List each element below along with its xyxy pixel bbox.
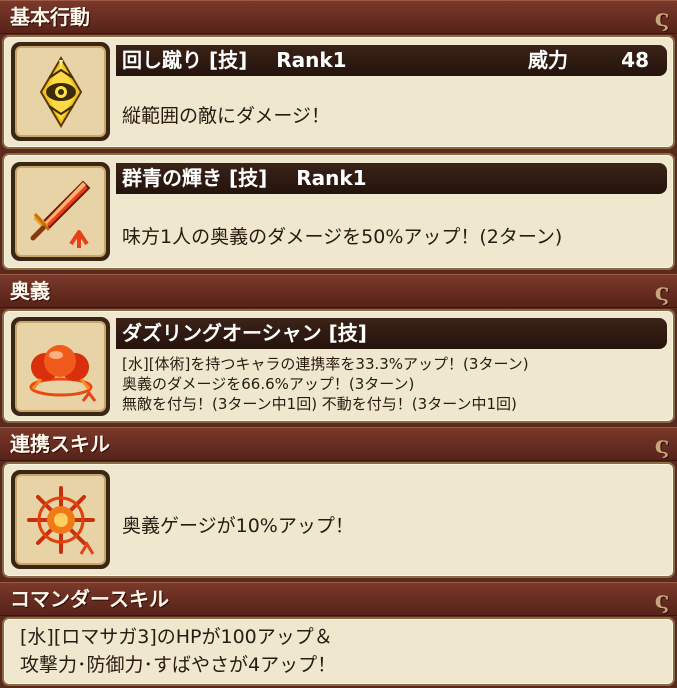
ougi-card[interactable]: ダズリングオーシャン [技] [水][体術]を持つキャラの連携率を33.3%アッ… <box>2 309 675 423</box>
skill-rank: Rank1 <box>276 48 347 72</box>
skill-icon-frame <box>11 42 110 141</box>
flaming-sword-icon <box>30 180 90 248</box>
commander-line: [水][ロマサガ3]のHPが100アップ＆ <box>20 626 333 648</box>
commander-description: [水][ロマサガ3]のHPが100アップ＆ 攻撃力･防御力･すばやさが4アップ！ <box>20 623 336 679</box>
renkei-description: 奥義ゲージが10%アップ！ <box>122 515 354 537</box>
skill-titlebar: 群青の輝き [技] Rank1 <box>116 163 667 194</box>
section-title-ougi: 奥義 <box>10 279 50 303</box>
ougi-line: 奥義のダメージを66.6%アップ！(3ターン) <box>122 375 415 393</box>
ougi-line: [水][体術]を持つキャラの連携率を33.3%アップ！(3ターン) <box>122 355 529 373</box>
commander-line: 攻撃力･防御力･すばやさが4アップ！ <box>20 654 337 676</box>
skill-name: 群青の輝き [技] <box>122 166 268 190</box>
skill-icon-frame <box>11 162 110 261</box>
ougi-description: [水][体術]を持つキャラの連携率を33.3%アップ！(3ターン) 奥義のダメー… <box>122 354 529 414</box>
fiery-orbs-icon <box>29 344 96 402</box>
scroll-hook-icon: ς <box>654 277 670 306</box>
ougi-icon-frame <box>11 317 110 416</box>
skill-titlebar: 回し蹴り [技] Rank1 威力 48 <box>116 45 667 76</box>
scroll-hook-icon: ς <box>654 585 670 614</box>
power-label: 威力 <box>528 48 568 72</box>
section-header-commander: コマンダースキル ς <box>0 582 677 616</box>
renkei-card[interactable]: 奥義ゲージが10%アップ！ <box>2 462 675 578</box>
renkei-icon-frame <box>11 470 110 569</box>
section-title-basic: 基本行動 <box>10 5 90 29</box>
skill-rank: Rank1 <box>296 166 367 190</box>
commander-card[interactable]: [水][ロマサガ3]のHPが100アップ＆ 攻撃力･防御力･すばやさが4アップ！ <box>2 617 675 686</box>
kick-eye-icon <box>39 55 82 128</box>
section-header-renkei: 連携スキル ς <box>0 427 677 461</box>
section-header-basic: 基本行動 ς <box>0 0 677 34</box>
section-title-commander: コマンダースキル <box>10 587 169 611</box>
ougi-line: 無敵を付与！(3ターン中1回) 不動を付与！(3ターン中1回) <box>122 395 517 413</box>
ougi-name: ダズリングオーシャン [技] <box>122 321 367 345</box>
scroll-hook-icon: ς <box>654 430 670 459</box>
skill-description: 縦範囲の敵にダメージ！ <box>122 105 331 127</box>
scroll-hook-icon: ς <box>654 3 670 32</box>
skill-name: 回し蹴り [技] <box>122 48 248 72</box>
ougi-titlebar: ダズリングオーシャン [技] <box>116 318 667 349</box>
starburst-icon <box>26 485 95 555</box>
skill-card-gunjou[interactable]: 群青の輝き [技] Rank1 味方1人の奥義のダメージを50%アップ！(2ター… <box>2 153 675 270</box>
power-value: 48 <box>621 48 649 72</box>
skill-card-kick[interactable]: 回し蹴り [技] Rank1 威力 48 縦範囲の敵にダメージ！ <box>2 35 675 149</box>
skill-description: 味方1人の奥義のダメージを50%アップ！(2ターン) <box>122 226 563 248</box>
section-header-ougi: 奥義 ς <box>0 274 677 308</box>
section-title-renkei: 連携スキル <box>10 432 110 456</box>
